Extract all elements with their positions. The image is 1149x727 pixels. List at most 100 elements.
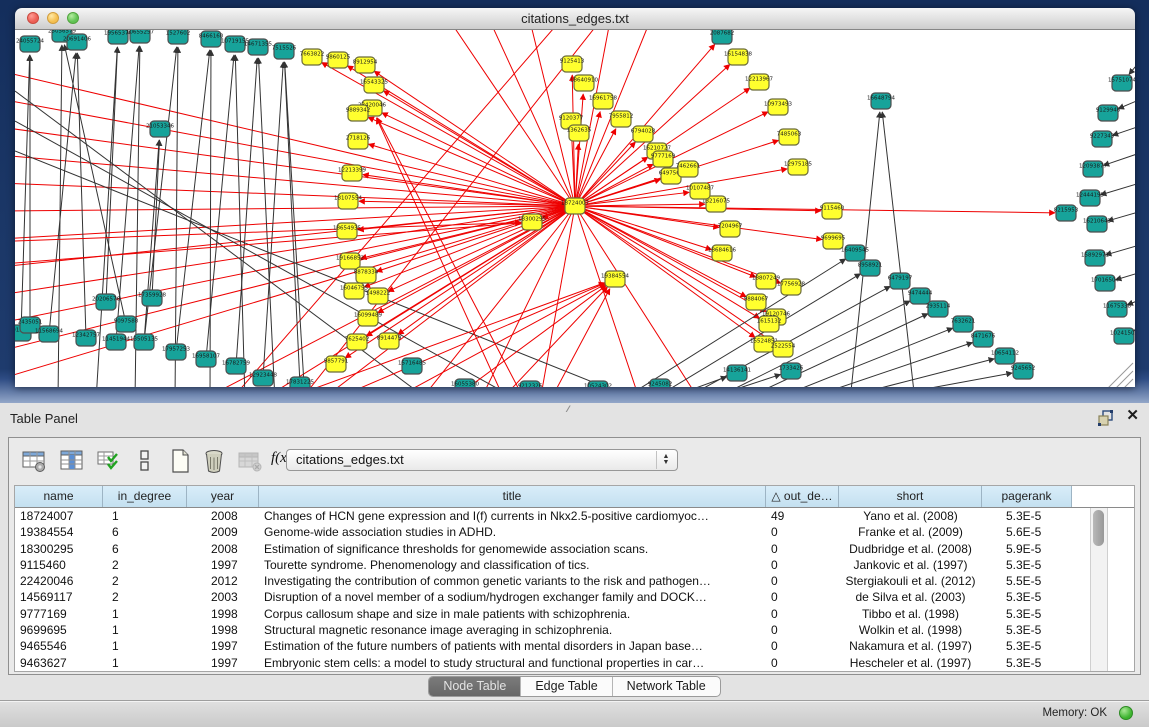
graph-node[interactable]: 12093877 bbox=[1079, 161, 1107, 177]
graph-node[interactable]: 9860125 bbox=[326, 52, 351, 68]
graph-node[interactable]: 11451944 bbox=[102, 334, 130, 350]
graph-node[interactable]: 12444195 bbox=[1076, 190, 1104, 206]
scrollbar-thumb[interactable] bbox=[1093, 510, 1104, 546]
graph-node[interactable]: 2935114 bbox=[926, 301, 951, 317]
graph-node[interactable]: 15751074 bbox=[1108, 75, 1135, 91]
tab-edge-table[interactable]: Edge Table bbox=[521, 677, 612, 696]
graph-node[interactable]: 12975185 bbox=[784, 159, 812, 175]
graph-node[interactable]: 9129946 bbox=[1096, 105, 1121, 121]
new-document-icon[interactable] bbox=[167, 448, 193, 474]
graph-node[interactable]: 10524302 bbox=[584, 381, 612, 387]
graph-node[interactable]: 12213399 bbox=[338, 165, 366, 181]
graph-node[interactable]: 12342757 bbox=[72, 330, 100, 346]
network-select[interactable]: citations_edges.txt ▲▼ bbox=[286, 449, 678, 471]
tab-node-table[interactable]: Node Table bbox=[429, 677, 521, 696]
column-header-out-de-[interactable]: △ out_de… bbox=[766, 486, 839, 507]
graph-node[interactable]: 10655257 bbox=[126, 30, 154, 43]
delete-table-icon[interactable] bbox=[237, 448, 263, 474]
graph-node[interactable]: 7204967 bbox=[718, 221, 743, 237]
graph-node[interactable]: 2718126 bbox=[346, 133, 371, 149]
float-panel-icon[interactable] bbox=[1097, 409, 1115, 427]
table-row[interactable]: 1872400712008Changes of HCN gene express… bbox=[15, 508, 1134, 524]
graph-node[interactable]: 9777169 bbox=[651, 151, 676, 167]
graph-node[interactable]: 14671355 bbox=[244, 39, 272, 55]
graph-node[interactable]: 10973493 bbox=[764, 99, 792, 115]
graph-node[interactable]: 14136141 bbox=[723, 365, 751, 381]
graph-node[interactable]: 10654112 bbox=[991, 348, 1019, 364]
graph-node[interactable]: 8958921 bbox=[858, 260, 883, 276]
graph-node[interactable]: 9699695 bbox=[821, 233, 846, 249]
table-row[interactable]: 2242004622012Investigating the contribut… bbox=[15, 573, 1134, 589]
table-column-icon[interactable] bbox=[59, 448, 85, 474]
graph-node[interactable]: 6479197 bbox=[888, 273, 913, 289]
graph-node[interactable]: 11568694 bbox=[35, 326, 63, 342]
graph-node[interactable]: 18724007 bbox=[561, 198, 589, 214]
graph-node[interactable]: 9884067 bbox=[744, 294, 769, 310]
graph-node[interactable]: 16099489 bbox=[354, 310, 382, 326]
graph-node[interactable]: 1362635 bbox=[567, 125, 592, 141]
graph-node[interactable]: 7515526 bbox=[272, 43, 297, 59]
graph-node[interactable]: 9115460 bbox=[820, 203, 845, 219]
table-row[interactable]: 969969511998Structural magnetic resonanc… bbox=[15, 622, 1134, 638]
graph-node[interactable]: 16210643 bbox=[1083, 216, 1111, 232]
node-table[interactable]: namein_degreeyeartitle△ out_de…shortpage… bbox=[14, 485, 1135, 672]
tab-network-table[interactable]: Network Table bbox=[613, 677, 720, 696]
graph-node[interactable]: 13505135 bbox=[130, 334, 158, 350]
graph-node[interactable]: 20691406 bbox=[63, 34, 91, 50]
graph-node[interactable]: 19384554 bbox=[601, 271, 629, 287]
column-header-name[interactable]: name bbox=[15, 486, 103, 507]
graph-node[interactable]: 1527602 bbox=[166, 30, 191, 44]
graph-node[interactable]: 7663822 bbox=[300, 49, 325, 65]
graph-node[interactable]: 16958107 bbox=[192, 351, 220, 367]
graph-node[interactable]: 15716485 bbox=[398, 358, 426, 374]
graph-node[interactable]: 2087682 bbox=[710, 30, 735, 44]
table-row[interactable]: 946554611997Estimation of the future num… bbox=[15, 638, 1134, 654]
graph-node[interactable]: 1733426 bbox=[779, 363, 804, 379]
graph-node[interactable]: 16055380 bbox=[451, 379, 479, 387]
split-view-icon[interactable] bbox=[131, 448, 157, 474]
table-settings-icon[interactable] bbox=[21, 448, 47, 474]
graph-node[interactable]: 16782759 bbox=[222, 358, 250, 374]
close-window-icon[interactable] bbox=[27, 12, 39, 24]
graph-node[interactable]: 8914479 bbox=[377, 333, 402, 349]
graph-node[interactable]: 16409545 bbox=[841, 245, 869, 261]
table-row[interactable]: 977716911998Corpus callosum shape and si… bbox=[15, 606, 1134, 622]
graph-node[interactable]: 18640910 bbox=[570, 75, 598, 91]
close-panel-icon[interactable]: ✕ bbox=[1126, 407, 1139, 425]
graph-node[interactable]: 12213967 bbox=[745, 74, 773, 90]
network-canvas[interactable]: 2405572425056579206914061956537010655257… bbox=[15, 30, 1135, 387]
vertical-scrollbar[interactable] bbox=[1090, 508, 1108, 671]
graph-node[interactable]: 17359928 bbox=[138, 290, 166, 306]
graph-node[interactable]: 1498222 bbox=[366, 288, 391, 304]
graph-node[interactable]: 18684616 bbox=[708, 245, 736, 261]
graph-node[interactable]: 18654935 bbox=[333, 223, 361, 239]
column-header-year[interactable]: year bbox=[187, 486, 259, 507]
table-row[interactable]: 911546021997Tourette syndrome. Phenomeno… bbox=[15, 557, 1134, 573]
graph-node[interactable]: 8471676 bbox=[971, 331, 996, 347]
graph-node[interactable]: 11675338 bbox=[1103, 301, 1131, 317]
graph-node[interactable]: 16046755 bbox=[340, 283, 368, 299]
table-row[interactable]: 1830029562008Estimation of significance … bbox=[15, 541, 1134, 557]
table-row[interactable]: 1938455462009Genome-wide association stu… bbox=[15, 524, 1134, 540]
graph-node[interactable]: 9212326 bbox=[518, 381, 543, 387]
minimize-window-icon[interactable] bbox=[47, 12, 59, 24]
graph-node[interactable]: 9857791 bbox=[324, 356, 349, 372]
network-window-titlebar[interactable]: citations_edges.txt bbox=[15, 8, 1135, 30]
graph-node[interactable]: 8912954 bbox=[353, 57, 378, 73]
graph-node[interactable]: 1615132 bbox=[757, 316, 782, 332]
column-header-short[interactable]: short bbox=[839, 486, 982, 507]
column-header-in-degree[interactable]: in_degree bbox=[103, 486, 187, 507]
column-header-title[interactable]: title bbox=[259, 486, 766, 507]
graph-node[interactable]: 9245082 bbox=[648, 379, 673, 387]
graph-node[interactable]: 18107554 bbox=[334, 193, 362, 209]
table-select-rows-icon[interactable] bbox=[95, 448, 121, 474]
graph-node[interactable]: 17957253 bbox=[162, 344, 190, 360]
graph-node[interactable]: 17016504 bbox=[1091, 275, 1119, 291]
graph-node[interactable]: 7485063 bbox=[777, 129, 802, 145]
graph-node[interactable]: 16648794 bbox=[867, 93, 895, 109]
graph-node[interactable]: 16543325 bbox=[360, 77, 388, 93]
graph-node[interactable]: 10241502 bbox=[1110, 328, 1135, 344]
graph-node[interactable]: 2522554 bbox=[771, 341, 796, 357]
table-row[interactable]: 1456911722003Disruption of a novel membe… bbox=[15, 589, 1134, 605]
graph-node[interactable]: 9125413 bbox=[560, 56, 585, 72]
